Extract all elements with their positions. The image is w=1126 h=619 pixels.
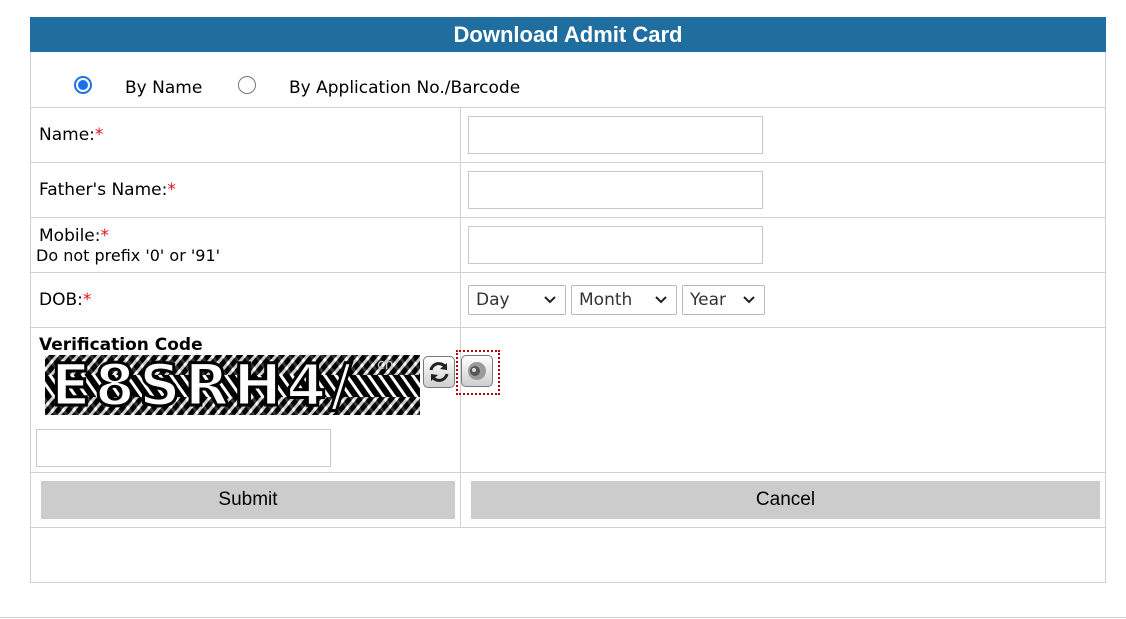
admit-card-form: Download Admit Card By Name By Applicati… <box>30 17 1106 583</box>
dob-select-cell: Day Month Year <box>461 273 1105 327</box>
required-mark: * <box>100 225 110 246</box>
refresh-icon <box>429 362 449 382</box>
dob-label-cell: DOB: * <box>31 273 461 327</box>
dob-year-value: Year <box>690 290 726 310</box>
verification-right-cell <box>461 328 1105 472</box>
name-label: Name: <box>39 125 95 145</box>
action-row: Submit Cancel <box>31 473 1105 528</box>
dob-label: DOB: <box>39 290 83 310</box>
radio-by-application-label[interactable]: By Application No./Barcode <box>289 78 520 98</box>
search-mode-row: By Name By Application No./Barcode <box>31 52 1105 108</box>
form-title: Download Admit Card <box>453 21 683 47</box>
name-input[interactable] <box>468 116 763 154</box>
mobile-input[interactable] <box>468 226 763 264</box>
radio-by-application[interactable]: By Application No./Barcode <box>238 71 520 98</box>
verification-cell: Verification Code E8SRH4/ cn <box>31 328 500 472</box>
name-row: Name: * <box>31 108 1105 163</box>
father-name-label: Father's Name: <box>39 180 168 200</box>
father-name-input[interactable] <box>468 171 763 209</box>
mobile-row: Mobile:* Do not prefix '0' or '91' <box>31 218 1105 273</box>
dob-day-select[interactable]: Day <box>468 285 566 315</box>
submit-button[interactable]: Submit <box>41 481 455 519</box>
cancel-cell: Cancel <box>461 473 1105 527</box>
required-mark: * <box>82 290 92 310</box>
mobile-label-line: Mobile:* <box>31 226 109 246</box>
father-name-row: Father's Name: * <box>31 163 1105 218</box>
father-name-label-cell: Father's Name: * <box>31 163 461 217</box>
verification-title: Verification Code <box>39 335 203 355</box>
verification-row: Verification Code E8SRH4/ cn <box>31 328 1105 473</box>
verification-code-input[interactable] <box>36 429 331 467</box>
cancel-button[interactable]: Cancel <box>471 481 1100 519</box>
dob-day-value: Day <box>476 290 510 310</box>
mobile-label: Mobile: <box>39 225 101 246</box>
captcha-tag: cn <box>377 357 394 373</box>
required-mark: * <box>167 180 176 200</box>
form-grid: By Name By Application No./Barcode Name:… <box>30 52 1106 583</box>
required-mark: * <box>94 125 104 145</box>
empty-footer-row <box>31 528 1105 583</box>
radio-by-name-label[interactable]: By Name <box>125 78 202 98</box>
mobile-hint: Do not prefix '0' or '91' <box>36 245 221 265</box>
speaker-icon <box>468 362 486 380</box>
dob-month-select[interactable]: Month <box>571 285 677 315</box>
submit-cell: Submit <box>31 473 461 527</box>
dob-row: DOB: * Day Month Year <box>31 273 1105 328</box>
name-label-cell: Name: * <box>31 108 461 162</box>
mobile-label-cell: Mobile:* Do not prefix '0' or '91' <box>31 218 461 272</box>
captcha-text: E8SRH4/ <box>50 355 356 415</box>
father-name-input-cell <box>461 163 1105 217</box>
chevron-down-icon <box>544 296 556 304</box>
audio-captcha-button[interactable] <box>461 355 493 387</box>
radio-by-name[interactable]: By Name <box>74 71 202 98</box>
page-divider <box>0 617 1126 618</box>
dob-year-select[interactable]: Year <box>682 285 765 315</box>
name-input-cell <box>461 108 1105 162</box>
captcha-image: E8SRH4/ cn <box>45 355 420 415</box>
dob-month-value: Month <box>579 290 633 310</box>
radio-by-name-input[interactable] <box>74 75 92 94</box>
chevron-down-icon <box>743 296 755 304</box>
radio-by-application-input[interactable] <box>238 75 256 94</box>
mobile-input-cell <box>461 218 1105 272</box>
refresh-captcha-button[interactable] <box>423 356 455 388</box>
form-title-bar: Download Admit Card <box>30 17 1106 52</box>
chevron-down-icon <box>655 296 667 304</box>
